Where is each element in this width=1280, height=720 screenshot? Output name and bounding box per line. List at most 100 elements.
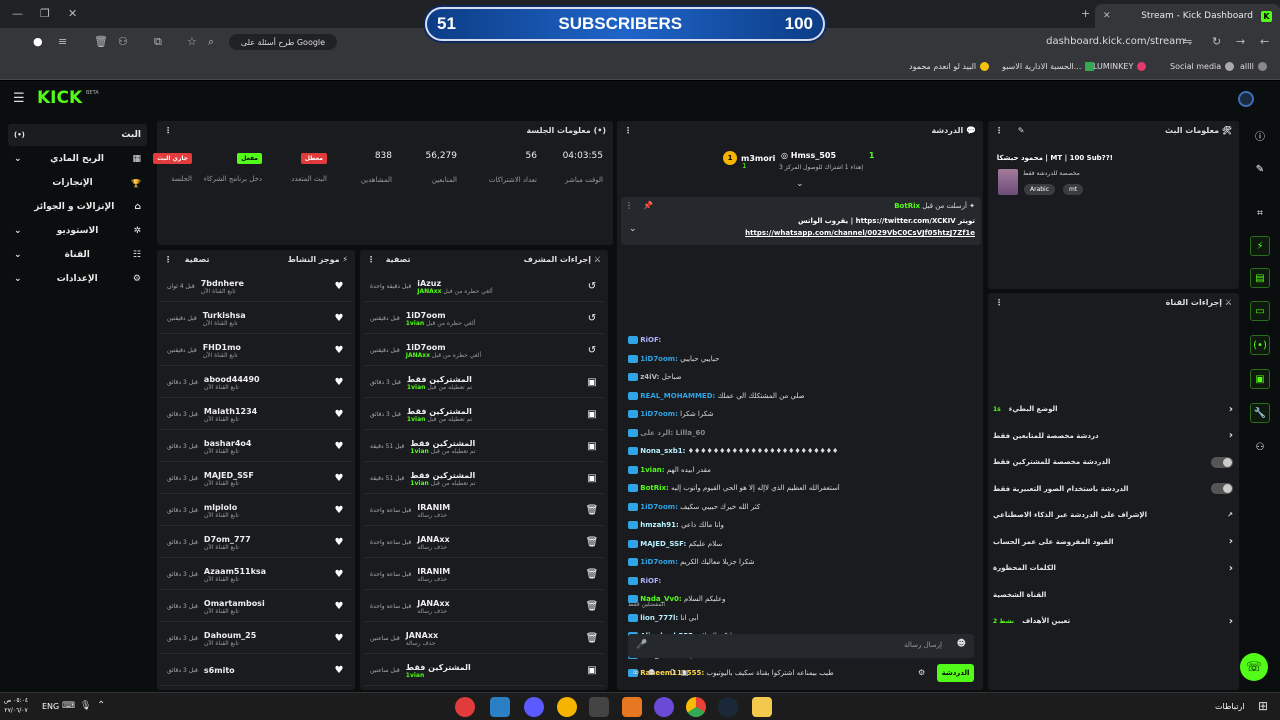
site-settings-icon[interactable]: ⇋ [1183, 35, 1192, 48]
activity-row[interactable]: ♥ s6mito قبل 3 دقائق [161, 656, 351, 686]
mod-action-row[interactable]: ↺ 1iD7oom JANAxx ألغي حظره من قبل قبل دقي… [364, 336, 604, 366]
top-gifter-1[interactable]: 1 m3mori [723, 151, 775, 165]
star-icon[interactable]: ☆ [187, 35, 197, 48]
infinity-icon[interactable]: ∞ [632, 668, 640, 678]
network-icon[interactable]: ⌨ [62, 701, 75, 711]
activity-row[interactable]: ♥ Malath1234 تابع القناة الآن قبل 3 دقائق [161, 400, 351, 430]
chat-message[interactable]: RiOF: [628, 336, 982, 344]
playlist-icon[interactable]: ≡ [58, 35, 67, 48]
emoji-icon[interactable]: ☻ [957, 639, 966, 649]
toggle-switch[interactable] [1211, 456, 1233, 468]
expand-icon[interactable]: ⌄ [796, 179, 804, 189]
send-chat-button[interactable]: الدردشة [937, 664, 974, 682]
more-icon[interactable]: ⋮ [995, 126, 1003, 135]
chat-message[interactable]: Nada_Vv0: وعليكم السلام [628, 595, 982, 603]
menu-icon[interactable]: ☰ [13, 91, 25, 106]
browser-tab[interactable]: ✕ Stream - Kick Dashboard K [1095, 4, 1280, 28]
chat-message[interactable]: 1vian: مقدر ابيده الهم [628, 465, 982, 474]
trash-icon[interactable]: 🗑 [94, 35, 108, 48]
filter-button[interactable]: تصفية [185, 255, 210, 264]
more-icon[interactable]: ⋮ [995, 298, 1003, 307]
chevron-right-icon[interactable]: › [1229, 404, 1233, 415]
channel-setting-row[interactable]: نشط 2 تعيين الأهداف › [993, 612, 1233, 630]
activity-row[interactable]: ♥ Turkishsa تابع القناة الآن قبل دقيقتين [161, 304, 351, 334]
more-icon[interactable]: ⋮ [164, 255, 172, 264]
url-text[interactable]: dashboard.kick.com/stream [1046, 36, 1185, 47]
chat-message[interactable]: RiOF: [628, 576, 982, 585]
chevron-right-icon[interactable]: › [1229, 536, 1233, 547]
chat-message[interactable]: BotRix: أستغفرالله العظيم الذي لاإله إلا… [628, 484, 982, 492]
edit-icon[interactable]: ✎ [1250, 159, 1270, 179]
chat-username[interactable]: hmzah91: [640, 521, 679, 529]
chevron-down-icon[interactable]: ⌄ [629, 224, 637, 234]
close-icon[interactable]: ✕ [68, 7, 77, 20]
chat-message[interactable]: lion_777l: أبي انا [628, 613, 982, 622]
chat-username[interactable]: 1iD7oom: [640, 410, 678, 418]
app-icon[interactable] [654, 697, 674, 717]
chat-message[interactable]: 1iD7oom: شكرا جزيلا معاليك الكريم [628, 558, 982, 566]
mod-action-row[interactable]: 🗑 JANAxx حذف رسالة قبل ساعة واحدة [364, 592, 604, 622]
mod-action-row[interactable]: 🗑 JANAxx حذف رسالة قبل ساعتين [364, 624, 604, 654]
language-indicator[interactable]: ENG [42, 702, 59, 711]
sidebar-item-stream[interactable]: (•) البث [8, 124, 147, 146]
chat-message[interactable]: REAL_MOHAMMED: صلي من المشتكلك الي عملك [628, 391, 982, 400]
channel-setting-row[interactable]: القناة الشخصية [993, 586, 1233, 604]
chat-username[interactable]: 1iD7oom: [640, 503, 678, 511]
chat-username[interactable]: الرد على: Lilla_60 [640, 429, 705, 437]
reload-icon[interactable]: ↻ [1212, 35, 1221, 48]
chevron-right-icon[interactable]: › [1229, 616, 1233, 627]
sidebar-item-monetization[interactable]: ⌄ الربح المادي ▦ [8, 148, 147, 170]
activity-row[interactable]: ♥ Omartambosi تابع القناة الآن قبل 3 دقائ… [161, 592, 351, 622]
external-link-icon[interactable]: ↗ [1227, 511, 1233, 519]
app-icon[interactable] [622, 697, 642, 717]
tag[interactable]: Arabic [1024, 184, 1056, 195]
sidebar-item-channel[interactable]: ⌄ القناة ☷ [8, 244, 147, 266]
activity-row[interactable]: ♥ FHD1mo تابع القناة الآن قبل دقيقتين [161, 336, 351, 366]
channel-setting-row[interactable]: الدردشة باستخدام الصور التعبيرية فقط [993, 480, 1233, 498]
gear-icon[interactable]: ⚙ [918, 668, 925, 677]
toggle-switch[interactable] [1211, 483, 1233, 494]
more-icon[interactable]: ⋮ [367, 255, 375, 264]
sidebar-item-studio[interactable]: ⌄ الاستوديو ✲ [8, 220, 147, 242]
chat-message[interactable]: hmzah91: وانا مالك داعي [628, 521, 982, 529]
mod-action-row[interactable]: 🗑 IRANIM حذف رسالة قبل ساعة واحدة [364, 496, 604, 526]
chat-message[interactable]: 1iD7oom: شكرا شكرا [628, 410, 982, 418]
chat-username[interactable]: lion_777l: [640, 614, 678, 622]
mod-action-row[interactable]: ↺ 1iD7oom 1vian ألغي حظره من قبل قبل دقيق… [364, 304, 604, 334]
activity-row[interactable]: ♥ Azaam511ksa تابع القناة الآن قبل 3 دقائ… [161, 560, 351, 590]
lightning-icon[interactable]: ⚡ [1250, 236, 1270, 256]
mod-action-row[interactable]: ▣ المشتركين فقط 1vian تم تعطيله من قبل قب… [364, 368, 604, 398]
restore-icon[interactable]: ❐ [40, 7, 50, 20]
sidebar-item-settings[interactable]: ⌄ الإعدادات ⚙ [8, 268, 147, 290]
document-icon[interactable]: ▤ [1250, 268, 1270, 288]
clock[interactable]: ٠٥:٠٤ ص ٢٧/٠٦/٠٧ [4, 696, 28, 716]
profile-icon[interactable]: ● [33, 35, 43, 48]
bookmark-item[interactable]: البيد لو انعدم محمود [909, 62, 990, 71]
chat-message[interactable]: MAJED_SSF: سلام عليكم [628, 539, 982, 548]
chat-username[interactable]: 1iD7oom: [640, 355, 678, 363]
chat-username[interactable]: 1iD7oom: [640, 558, 678, 566]
bookmark-item[interactable]: Social media [1170, 62, 1235, 71]
chat-username[interactable]: z4iV: [640, 373, 659, 381]
chrome-icon[interactable] [686, 697, 706, 717]
chat-input[interactable]: 🎤 إرسال رسالة ☻ [628, 634, 974, 658]
chat-username[interactable]: RiOF: [640, 577, 661, 585]
app-icon[interactable] [589, 697, 609, 717]
chat-username[interactable]: RiOF: [640, 336, 661, 344]
channel-setting-row[interactable]: القيود المفروضة على عمر الحساب › [993, 533, 1233, 551]
edit-icon[interactable]: ✎ [1018, 126, 1025, 135]
mod-action-row[interactable]: ▣ المشتركين فقط 1vian قبل ساعتين [364, 656, 604, 686]
mod-action-row[interactable]: 🗑 JANAxx حذف رسالة قبل ساعة واحدة [364, 528, 604, 558]
bookmark-item[interactable]: الحسبة الادارية الاسبو... [1002, 62, 1095, 71]
activity-row[interactable]: ♥ 7bdnhere تابع القناة الآن قبل 4 ثوان [161, 272, 351, 302]
windows-start-icon[interactable]: ⊞ [1258, 699, 1268, 713]
activity-row[interactable]: ♥ MAJED_SSF تابع القناة الآن قبل 3 دقائق [161, 464, 351, 494]
top-gifter-2[interactable]: ◎ Hmss_505 1 [781, 151, 874, 160]
mic-icon[interactable]: 🎙 [80, 701, 91, 711]
filter-button[interactable]: تصفية [386, 255, 411, 264]
chat-username[interactable]: 1vian: [640, 466, 664, 474]
chat-message[interactable]: الرد على: Lilla_60 [628, 428, 982, 437]
app-icon[interactable] [557, 697, 577, 717]
chat-message[interactable]: 1iD7oom: كثر الله خيرك حبيبي سكيف [628, 502, 982, 511]
avatar[interactable] [1238, 91, 1254, 107]
